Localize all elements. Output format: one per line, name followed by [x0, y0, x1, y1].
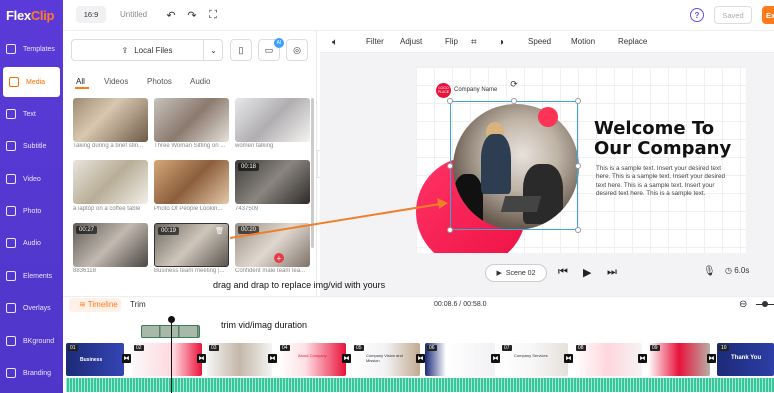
timeline-scene-6[interactable]: 06	[425, 343, 495, 376]
previous-icon[interactable]: ⏮	[558, 266, 568, 279]
transition-icon[interactable]: ⧓	[268, 354, 277, 363]
timeline-scene-9[interactable]: 09	[648, 343, 710, 376]
transition-icon[interactable]: ⧓	[638, 354, 647, 363]
play-icon: ▶	[496, 270, 502, 277]
tab-trim[interactable]: Trim	[130, 300, 146, 309]
timeline-scene-2[interactable]: 02	[132, 343, 202, 376]
clock-icon: ◷	[725, 266, 735, 275]
timeline-scene-1[interactable]: 01 Business	[66, 343, 124, 376]
transition-icon[interactable]: ⧓	[197, 354, 206, 363]
scene-duration[interactable]: ◷ 6.0s	[725, 266, 749, 275]
transition-icon[interactable]: ⧓	[707, 354, 716, 363]
transition-icon[interactable]: ⧓	[564, 354, 573, 363]
transition-icon[interactable]: ⧓	[491, 354, 500, 363]
timeline-header	[63, 296, 774, 314]
transition-icon[interactable]: ⧓	[342, 354, 351, 363]
playhead[interactable]	[171, 316, 172, 393]
next-icon[interactable]: ⏭	[607, 266, 617, 279]
timeline-scene-10[interactable]: 10 Thank You	[717, 343, 774, 376]
mic-icon[interactable]: 🎙︎	[703, 266, 716, 277]
timeline-scene-8[interactable]: 08	[574, 343, 642, 376]
timeline-scene-5[interactable]: 05 Company Vision and Mission	[352, 343, 420, 376]
timeline-scene-7[interactable]: 07 Company Services	[500, 343, 568, 376]
tab-timeline[interactable]: ≋ Timeline	[79, 300, 118, 309]
audio-track[interactable]	[66, 378, 774, 392]
timeline-scene-3[interactable]: 03	[207, 343, 272, 376]
zoom-out-icon[interactable]: ⊖	[739, 299, 747, 310]
timecode: 00:08.6 / 00:58.0	[434, 301, 487, 308]
trim-annotation: trim vid/imag duration	[221, 320, 308, 330]
zoom-slider-knob[interactable]	[762, 301, 768, 307]
audio-waveform	[66, 378, 774, 392]
play-button[interactable]: ▶	[583, 266, 591, 279]
timeline-icon: ≋	[79, 300, 88, 309]
transition-icon[interactable]: ⧓	[416, 354, 425, 363]
drag-annotation: drag and drap to replace img/vid with yo…	[213, 280, 386, 290]
transition-icon[interactable]: ⧓	[122, 354, 131, 363]
timeline-scene-4[interactable]: 04 About Company	[278, 343, 346, 376]
playhead-handle[interactable]	[168, 316, 175, 323]
scene-selector[interactable]: ▶ Scene 02	[485, 264, 547, 282]
